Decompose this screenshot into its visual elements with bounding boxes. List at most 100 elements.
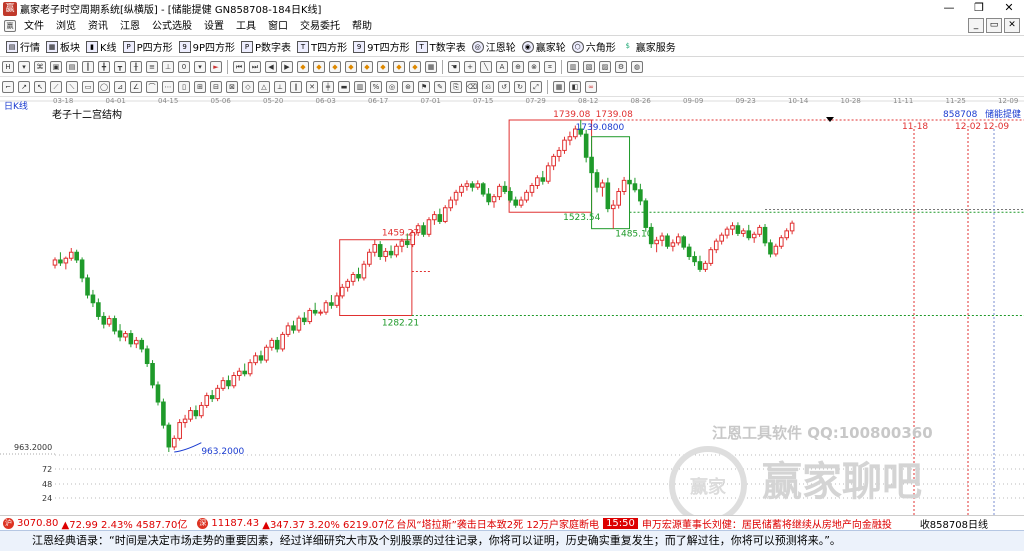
tool-icon[interactable]: ▥ <box>354 81 366 93</box>
toolbar-quotes-button[interactable]: ▤ 行情 <box>6 39 40 54</box>
tool-icon[interactable]: % <box>370 81 382 93</box>
tool-icon[interactable]: ⌗ <box>544 61 556 73</box>
index1-value[interactable]: 3070.80 <box>17 518 58 529</box>
toolbar-9t-square-button[interactable]: 9 9T四方形 <box>353 39 410 54</box>
toolbar-winner-wheel-button[interactable]: ◉ 赢家轮 <box>521 39 566 54</box>
tool-icon[interactable]: ⊥ <box>162 61 174 73</box>
toolbar-kline-button[interactable]: ▮ K线 <box>86 39 117 54</box>
minimize-button[interactable]: — <box>934 0 964 17</box>
print-icon[interactable]: ▨ <box>599 61 611 73</box>
tool-icon[interactable]: ▣ <box>50 61 62 73</box>
text-icon[interactable]: A <box>496 61 508 73</box>
tool-icon[interactable]: ↗ <box>18 81 30 93</box>
first-icon[interactable]: ⏮ <box>233 61 245 73</box>
close-button[interactable]: ✕ <box>994 0 1024 17</box>
tool-icon[interactable]: ⊛ <box>402 81 414 93</box>
menu-formula[interactable]: 公式选股 <box>146 17 198 36</box>
tool-icon[interactable]: ↻ <box>514 81 526 93</box>
tool-icon[interactable]: ⊠ <box>226 81 238 93</box>
tool-icon[interactable]: ∥ <box>290 81 302 93</box>
menu-help[interactable]: 帮助 <box>346 17 378 36</box>
tool-icon[interactable]: △ <box>258 81 270 93</box>
tool-icon[interactable]: ↺ <box>498 81 510 93</box>
index2-value[interactable]: 11187.43 <box>211 518 259 529</box>
tool-icon[interactable]: ⌘ <box>34 61 46 73</box>
tool-icon[interactable]: ⚙ <box>615 61 627 73</box>
tool-icon[interactable]: ⊞ <box>194 81 206 93</box>
tool-icon[interactable]: ◧ <box>569 81 581 93</box>
diamond-icon[interactable]: ◆ <box>409 61 421 73</box>
tool-icon[interactable]: ⌒ <box>146 81 158 93</box>
tool-icon[interactable]: ▤ <box>66 61 78 73</box>
dropdown-icon[interactable]: ▾ <box>18 61 30 73</box>
tool-icon[interactable]: ⊗ <box>528 61 540 73</box>
tool-icon[interactable]: ⟍ <box>66 81 78 93</box>
next-icon[interactable]: ⏭ <box>249 61 261 73</box>
tool-icon[interactable]: ⌫ <box>466 81 478 93</box>
diamond-icon[interactable]: ◆ <box>377 61 389 73</box>
chart-canvas[interactable]: 03-18 04-01 04-15 05-06 05-20 06-03 06-17 07-01… <box>0 97 1024 515</box>
chart-type-icon[interactable]: H <box>2 61 14 73</box>
tool-icon[interactable]: ⌐ <box>2 81 14 93</box>
mdi-minimize-button[interactable]: _ <box>968 18 984 33</box>
tool-icon[interactable]: ┳ <box>114 61 126 73</box>
tool-icon[interactable]: ╋ <box>98 61 110 73</box>
diamond-icon[interactable]: ◆ <box>345 61 357 73</box>
tool-icon[interactable]: ⟋ <box>50 81 62 93</box>
menu-info[interactable]: 资讯 <box>82 17 114 36</box>
tool-icon[interactable]: ⎘ <box>450 81 462 93</box>
toolbar-hexagon-button[interactable]: ⬡ 六角形 <box>571 39 616 54</box>
tool-icon[interactable]: ⎌ <box>482 81 494 93</box>
tool-icon[interactable]: ◎ <box>386 81 398 93</box>
menu-gann[interactable]: 江恩 <box>114 17 146 36</box>
tool-icon[interactable]: ⊿ <box>114 81 126 93</box>
tool-icon[interactable]: ◯ <box>98 81 110 93</box>
calc-icon[interactable]: ▥ <box>567 61 579 73</box>
grid-icon[interactable]: ▦ <box>425 61 437 73</box>
news-ticker-2[interactable]: 申万宏源董事长刘健：居民储蓄将继续从房地产向金融投 <box>642 516 892 531</box>
flag-icon[interactable]: ► <box>210 61 222 73</box>
tool-icon[interactable]: ✕ <box>306 81 318 93</box>
diamond-icon[interactable]: ◆ <box>329 61 341 73</box>
toolbar-p-square-button[interactable]: P P四方形 <box>122 39 173 54</box>
maximize-button[interactable]: ❐ <box>964 0 994 17</box>
news-ticker-1[interactable]: 台风“塔拉斯”袭击日本致2死 12万户家庭断电 <box>396 516 599 531</box>
toolbar-t-square-button[interactable]: T T四方形 <box>297 39 347 54</box>
menu-window[interactable]: 窗口 <box>262 17 294 36</box>
tool-icon[interactable]: ▯ <box>178 81 190 93</box>
toolbar-sector-button[interactable]: ▦ 板块 <box>46 39 80 54</box>
tool-icon[interactable]: ▬ <box>338 81 350 93</box>
tool-icon[interactable]: ⚑ <box>418 81 430 93</box>
tool-icon[interactable]: ↖ <box>34 81 46 93</box>
tool-icon[interactable]: ╪ <box>322 81 334 93</box>
diamond-icon[interactable]: ◆ <box>393 61 405 73</box>
tool-icon[interactable]: ◍ <box>631 61 643 73</box>
infinity-icon[interactable]: ∞ <box>585 81 597 93</box>
end-icon[interactable]: ▶ <box>281 61 293 73</box>
menu-file[interactable]: 文件 <box>18 17 50 36</box>
menu-browse[interactable]: 浏览 <box>50 17 82 36</box>
tool-icon[interactable]: ┃ <box>82 61 94 73</box>
line-icon[interactable]: ╲ <box>480 61 492 73</box>
mdi-close-button[interactable]: ✕ <box>1004 18 1020 33</box>
prev-icon[interactable]: ◀ <box>265 61 277 73</box>
tool-icon[interactable]: ⤢ <box>530 81 542 93</box>
tool-icon[interactable]: ⟂ <box>274 81 286 93</box>
menu-settings[interactable]: 设置 <box>198 17 230 36</box>
tool-icon[interactable]: ◇ <box>242 81 254 93</box>
crosshair-icon[interactable]: + <box>464 61 476 73</box>
tool-icon[interactable]: ∠ <box>130 81 142 93</box>
hand-icon[interactable]: ☚ <box>448 61 460 73</box>
tool-icon[interactable]: ⋯ <box>162 81 174 93</box>
menu-tools[interactable]: 工具 <box>230 17 262 36</box>
tool-icon[interactable]: ⊟ <box>210 81 222 93</box>
tool-icon[interactable]: ≡ <box>146 61 158 73</box>
kline-chart[interactable]: 03-18 04-01 04-15 05-06 05-20 06-03 06-17 07-01… <box>0 97 1024 515</box>
tool-icon[interactable]: ╂ <box>130 61 142 73</box>
toolbar-p-table-button[interactable]: P P数字表 <box>241 39 291 54</box>
diamond-icon[interactable]: ◆ <box>361 61 373 73</box>
tool-icon[interactable]: ▦ <box>553 81 565 93</box>
tool-icon[interactable]: ▾ <box>194 61 206 73</box>
toolbar-gann-wheel-button[interactable]: ◎ 江恩轮 <box>471 39 516 54</box>
menu-trade[interactable]: 交易委托 <box>294 17 346 36</box>
